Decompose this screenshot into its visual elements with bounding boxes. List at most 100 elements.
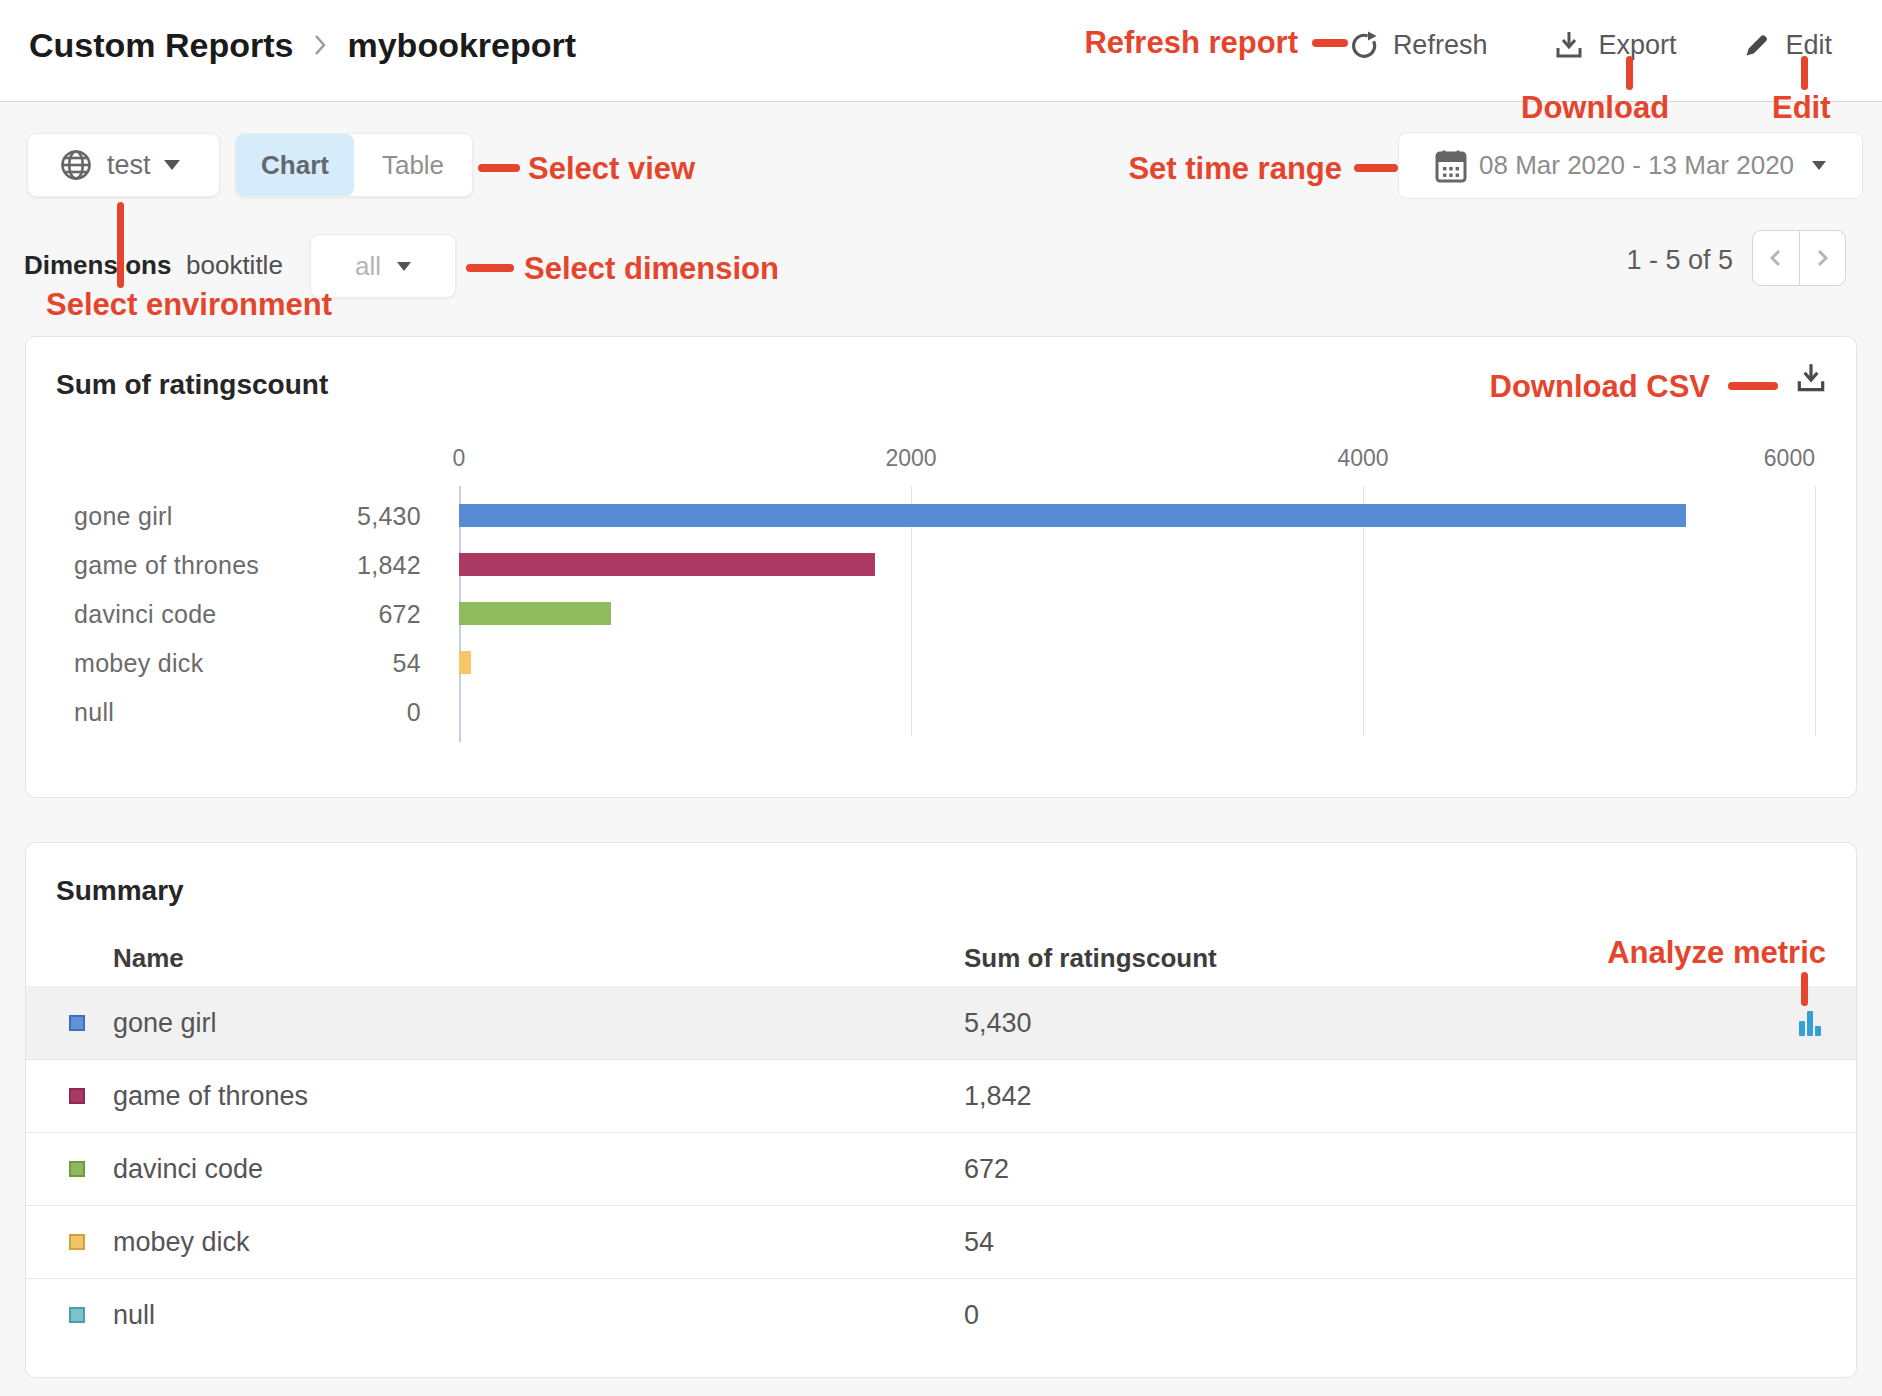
summary-column-value: Sum of ratingscount	[964, 943, 1217, 974]
edit-pencil-icon	[1742, 30, 1772, 60]
bar-value-label: 5,430	[266, 501, 421, 530]
date-range-value: 08 Mar 2020 - 13 Mar 2020	[1479, 150, 1794, 181]
bar-category-label: gone girl	[74, 501, 173, 530]
annotation-download: Download	[1521, 90, 1669, 126]
summary-row-name: davinci code	[113, 1154, 263, 1185]
bar-category-label: null	[74, 697, 114, 726]
tab-chart[interactable]: Chart	[236, 134, 354, 196]
bar-row: null 0	[26, 687, 1856, 736]
environment-selector[interactable]: test	[27, 133, 220, 197]
bar-value-label: 0	[266, 697, 421, 726]
refresh-button[interactable]: Refresh	[1348, 29, 1488, 61]
bar-category-label: game of thrones	[74, 550, 259, 579]
edit-label: Edit	[1785, 30, 1832, 61]
annotation-line-edit	[1801, 56, 1808, 90]
annotation-line-set-time-range	[1354, 164, 1398, 172]
annotation-analyze-metric: Analyze metric	[1607, 935, 1826, 971]
series-color-swatch	[69, 1234, 85, 1250]
summary-card-title: Summary	[56, 875, 184, 907]
bar-category-label: mobey dick	[74, 648, 203, 677]
bar-mobey-dick[interactable]	[459, 651, 471, 674]
top-header: Custom Reports mybookreport Refresh Expo…	[0, 0, 1882, 102]
bar-davinci-code[interactable]	[459, 602, 611, 625]
pagination-controls	[1752, 230, 1846, 286]
annotation-line-refresh	[1312, 39, 1348, 47]
breadcrumb: Custom Reports mybookreport	[29, 0, 576, 90]
pagination-prev-button[interactable]	[1753, 231, 1800, 285]
dimensions-label: Dimensions	[24, 250, 171, 281]
bar-row: game of thrones1,842	[26, 540, 1856, 589]
breadcrumb-current: mybookreport	[347, 26, 576, 65]
annotation-select-environment: Select environment	[46, 287, 332, 323]
annotation-line-analyze-metric	[1801, 972, 1808, 1006]
annotation-line-download	[1626, 56, 1633, 90]
chevron-down-icon	[1812, 161, 1826, 170]
bar-category-label: davinci code	[74, 599, 217, 628]
summary-row-name: game of thrones	[113, 1081, 308, 1112]
annotation-select-view: Select view	[528, 151, 695, 187]
dimension-name: booktitle	[186, 250, 283, 281]
x-axis-tick-label: 4000	[1337, 445, 1388, 472]
export-button[interactable]: Export	[1553, 29, 1676, 61]
bar-game-of-thrones[interactable]	[459, 553, 875, 576]
bar-value-label: 54	[266, 648, 421, 677]
bar-value-label: 1,842	[266, 550, 421, 579]
bar-value-label: 672	[266, 599, 421, 628]
export-icon	[1553, 29, 1585, 61]
series-color-swatch	[69, 1015, 85, 1031]
summary-row-value: 672	[964, 1154, 1009, 1185]
edit-button[interactable]: Edit	[1742, 30, 1832, 61]
annotation-line-download-csv	[1728, 382, 1778, 390]
date-range-picker[interactable]: 08 Mar 2020 - 13 Mar 2020	[1398, 132, 1863, 199]
calendar-icon	[1435, 149, 1467, 183]
pagination-label: 1 - 5 of 5	[1626, 245, 1733, 276]
dimension-value: all	[355, 251, 381, 282]
environment-value: test	[107, 150, 151, 181]
summary-row-value: 1,842	[964, 1081, 1032, 1112]
chart-card: Sum of ratingscount 0 2000 4000 6000 gone g…	[25, 336, 1857, 798]
header-actions: Refresh Export Edit	[1348, 0, 1832, 90]
globe-icon	[58, 147, 94, 183]
series-color-swatch	[69, 1088, 85, 1104]
annotation-set-time-range: Set time range	[1128, 151, 1342, 187]
download-csv-button[interactable]	[1794, 361, 1828, 395]
summary-row-name: mobey dick	[113, 1227, 250, 1258]
annotation-download-csv: Download CSV	[1490, 369, 1710, 405]
summary-row-name: gone girl	[113, 1007, 217, 1038]
chart-card-title: Sum of ratingscount	[56, 369, 328, 401]
breadcrumb-chevron-icon	[311, 30, 329, 60]
summary-card: Summary Name Sum of ratingscount gone gi…	[25, 842, 1857, 1378]
bar-row: gone girl 5,430	[26, 491, 1856, 540]
chevron-down-icon	[397, 262, 411, 271]
summary-row-value: 0	[964, 1300, 979, 1331]
summary-table-row[interactable]: gone girl 5,430	[26, 986, 1856, 1059]
analyze-metric-icon[interactable]	[1796, 1008, 1824, 1038]
annotation-line-select-environment	[117, 202, 124, 288]
annotation-line-select-dimension	[466, 264, 514, 272]
summary-table-row[interactable]: game of thrones 1,842	[26, 1059, 1856, 1132]
view-switcher: Chart Table	[235, 133, 473, 197]
x-axis-tick-label: 2000	[885, 445, 936, 472]
chevron-down-icon	[164, 160, 180, 170]
pagination-next-button[interactable]	[1800, 231, 1846, 285]
annotation-edit: Edit	[1772, 90, 1831, 126]
bar-gone-girl[interactable]	[459, 504, 1686, 527]
export-label: Export	[1598, 30, 1676, 61]
annotation-refresh-report: Refresh report	[1084, 25, 1298, 61]
x-axis-tick-label: 6000	[1764, 445, 1815, 472]
summary-table-row[interactable]: mobey dick 54	[26, 1205, 1856, 1278]
bar-row: davinci code 672	[26, 589, 1856, 638]
series-color-swatch	[69, 1161, 85, 1177]
summary-row-name: null	[113, 1300, 155, 1331]
summary-row-value: 54	[964, 1227, 994, 1258]
summary-row-value: 5,430	[964, 1007, 1032, 1038]
annotation-select-dimension: Select dimension	[524, 251, 779, 287]
tab-table[interactable]: Table	[354, 134, 472, 196]
bar-row: mobey dick 54	[26, 638, 1856, 687]
refresh-icon	[1348, 29, 1380, 61]
summary-table-row[interactable]: null 0	[26, 1278, 1856, 1351]
summary-table-row[interactable]: davinci code 672	[26, 1132, 1856, 1205]
refresh-label: Refresh	[1393, 30, 1488, 61]
series-color-swatch	[69, 1307, 85, 1323]
breadcrumb-parent[interactable]: Custom Reports	[29, 26, 293, 65]
